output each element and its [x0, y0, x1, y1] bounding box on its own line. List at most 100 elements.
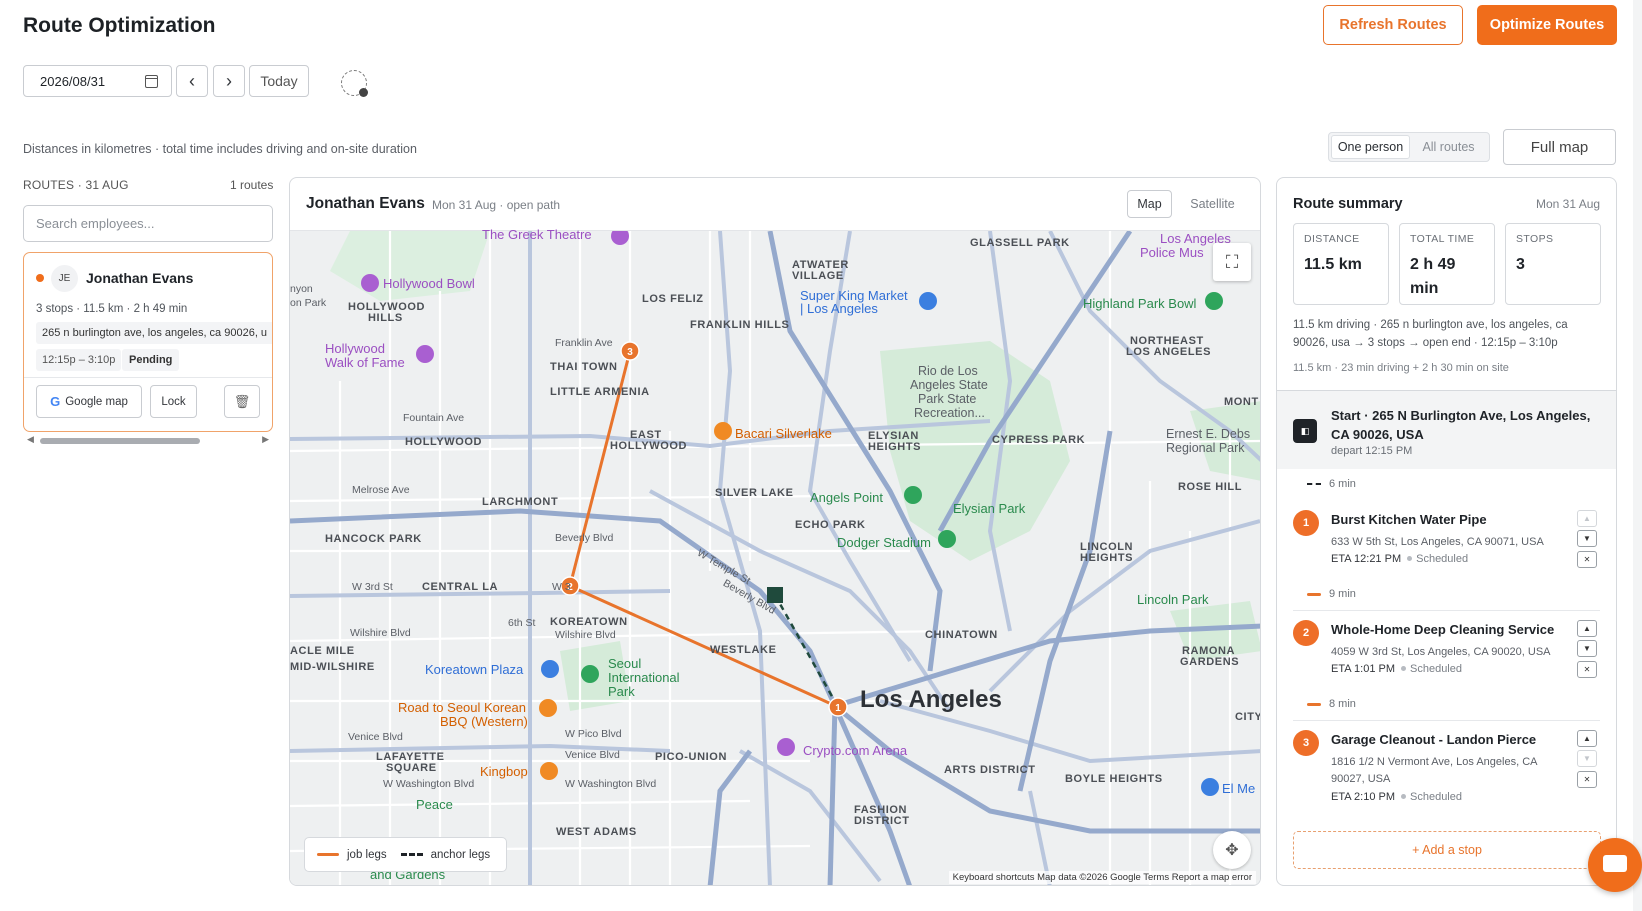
remove-stop-button[interactable]: ✕ — [1577, 551, 1597, 568]
recenter-icon[interactable]: ✥ — [1213, 831, 1251, 869]
stop-title[interactable]: Burst Kitchen Water Pipe — [1331, 512, 1487, 527]
map-label: on Park — [290, 297, 327, 309]
one-person-toggle[interactable]: One person — [1331, 135, 1410, 159]
anchor-leg-swatch — [400, 853, 423, 856]
today-button[interactable]: Today — [249, 65, 309, 97]
map-label: BBQ (Western) — [440, 714, 528, 729]
page-title: Route Optimization — [23, 14, 216, 37]
chevron-left-icon: ‹ — [189, 70, 195, 91]
map-label: Hollywood — [325, 341, 385, 356]
stat-stops: STOPS 3 — [1505, 223, 1601, 305]
summary-title: Route summary — [1293, 196, 1403, 212]
next-day-button[interactable]: › — [213, 65, 245, 97]
stop-address: 1816 1/2 N Vermont Ave, Los Angeles, CA … — [1331, 756, 1537, 785]
move-down-button[interactable]: ▼ — [1577, 640, 1597, 657]
lock-button[interactable]: Lock — [150, 385, 197, 418]
map-label: Park — [608, 684, 635, 699]
employee-name: Jonathan Evans — [86, 270, 194, 286]
remove-stop-button[interactable]: ✕ — [1577, 661, 1597, 678]
move-down-button[interactable]: ▼ — [1577, 750, 1597, 767]
map-label: Seoul — [608, 656, 642, 671]
map-label: Wilshire Blvd — [555, 629, 616, 641]
stop-title[interactable]: Garage Cleanout - Landon Pierce — [1331, 732, 1536, 747]
map-label: CHINATOWN — [925, 629, 998, 641]
map-label: GARDENS — [1180, 656, 1240, 668]
previous-day-button[interactable]: ‹ — [176, 65, 208, 97]
chevron-right-icon: › — [226, 70, 232, 91]
scroll-thumb[interactable] — [40, 438, 200, 444]
map-label: ACLE MILE — [290, 645, 355, 657]
map-canvas[interactable]: 1 2 3 The Greek Theatre Hollywood Bowl n… — [290, 227, 1260, 885]
date-picker[interactable]: 2026/08/31 — [23, 65, 172, 97]
map-panel: Jonathan Evans Mon 31 Aug · open path Ma… — [289, 177, 1261, 886]
google-map-button[interactable]: G Google map — [36, 385, 142, 418]
map-attribution[interactable]: Keyboard shortcuts Map data ©2026 Google… — [948, 871, 1256, 884]
map-label: Hollywood Bowl — [383, 276, 475, 291]
map-label: ROSE HILL — [1178, 481, 1243, 493]
start-pin-icon[interactable] — [767, 587, 783, 603]
map-view-tab[interactable]: Map — [1127, 190, 1172, 218]
map-label: LARCHMONT — [482, 496, 559, 508]
page-scrollbar[interactable] — [1633, 0, 1642, 911]
start-stop[interactable]: ◧ Start · 265 N Burlington Ave, Los Ange… — [1277, 391, 1616, 469]
routes-horizontal-scrollbar[interactable]: ◀ ▶ — [27, 434, 269, 445]
employee-route-meta: 3 stops · 11.5 km · 2 h 49 min — [36, 303, 188, 315]
leg-duration: 6 min — [1307, 478, 1356, 490]
full-map-button[interactable]: Full map — [1503, 129, 1616, 165]
map-label: SQUARE — [386, 762, 437, 774]
legend-job-label: job legs — [347, 848, 387, 861]
stop-divider — [1293, 720, 1600, 721]
map-label: CYPRESS PARK — [992, 434, 1086, 446]
all-routes-toggle[interactable]: All routes — [1410, 135, 1487, 159]
map-label: Kingbop — [480, 764, 528, 779]
employee-route-card[interactable]: JE Jonathan Evans 3 stops · 11.5 km · 2 … — [23, 252, 273, 432]
move-down-button[interactable]: ▼ — [1577, 530, 1597, 547]
leg-duration-label: 8 min — [1329, 698, 1356, 710]
map-label: Venice Blvd — [348, 731, 403, 743]
scroll-right-icon[interactable]: ▶ — [262, 434, 269, 445]
map-label: Regional Park — [1166, 441, 1245, 455]
stop-divider — [1293, 610, 1600, 611]
map-label: SILVER LAKE — [715, 487, 794, 499]
map-label: Koreatown Plaza — [425, 662, 524, 677]
map-label: HOLLYWOOD — [610, 440, 688, 452]
map-label: Elysian Park — [953, 501, 1026, 516]
move-up-button[interactable]: ▲ — [1577, 510, 1597, 527]
employee-search-input[interactable] — [23, 205, 273, 242]
chat-icon[interactable] — [1588, 838, 1642, 892]
map-label: Dodger Stadium — [837, 535, 931, 550]
stop-marker-1[interactable]: 1 — [828, 697, 848, 717]
remove-stop-button[interactable]: ✕ — [1577, 771, 1597, 788]
stop-eta: ETA 12:21 PM Scheduled — [1331, 553, 1468, 565]
map-label: DISTRICT — [854, 815, 910, 827]
scroll-left-icon[interactable]: ◀ — [27, 434, 34, 445]
stop-marker-3[interactable]: 3 — [620, 341, 640, 361]
map-legend: job legs anchor legs — [304, 837, 507, 872]
map-label: W Washington Blvd — [383, 778, 475, 790]
distance-hint: Distances in kilometres · total time inc… — [23, 142, 417, 156]
map-label: CENTRAL LA — [422, 581, 499, 593]
satellite-view-tab[interactable]: Satellite — [1181, 190, 1244, 218]
team-icon[interactable] — [341, 70, 368, 97]
map-label: GLASSELL PARK — [970, 237, 1070, 249]
fullscreen-icon[interactable]: ⛶ — [1213, 243, 1251, 281]
stop-title[interactable]: Whole-Home Deep Cleaning Service — [1331, 622, 1554, 637]
delete-route-button[interactable]: 🗑 — [224, 385, 260, 418]
refresh-routes-button[interactable]: Refresh Routes — [1323, 5, 1463, 45]
map-label: ARTS DISTRICT — [944, 764, 1036, 776]
map-label: El Me — [1222, 781, 1256, 796]
move-up-button[interactable]: ▲ — [1577, 620, 1597, 637]
routes-count: 1 routes — [230, 178, 274, 192]
summary-description: 11.5 km driving · 265 n burlington ave, … — [1293, 319, 1568, 349]
summary-date: Mon 31 Aug — [1536, 197, 1601, 211]
card-divider — [24, 377, 272, 378]
eta-label: ETA 1:01 PM — [1331, 663, 1395, 675]
google-icon: G — [50, 394, 61, 409]
stat-value: 3 — [1516, 256, 1525, 273]
add-stop-button[interactable]: + Add a stop — [1293, 831, 1601, 869]
calendar-icon[interactable] — [145, 75, 158, 88]
move-up-button[interactable]: ▲ — [1577, 730, 1597, 747]
stop-number: 1 — [1293, 510, 1319, 536]
map-label: LITTLE ARMENIA — [550, 386, 650, 398]
optimize-routes-button[interactable]: Optimize Routes — [1477, 5, 1617, 45]
